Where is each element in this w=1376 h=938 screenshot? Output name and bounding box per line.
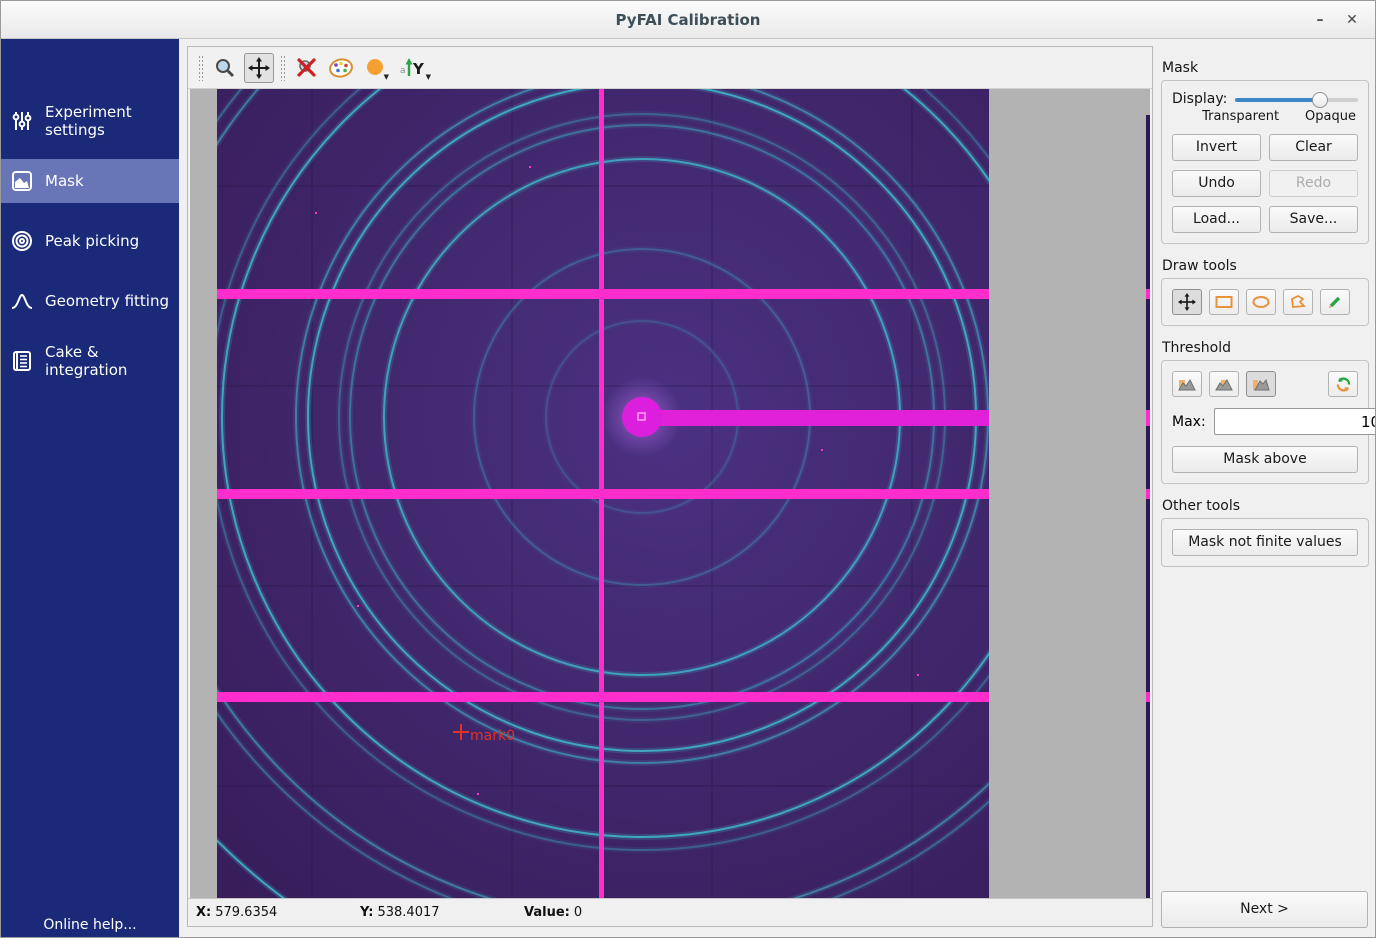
refresh-threshold-button[interactable] xyxy=(1328,371,1358,397)
draw-tools-title: Draw tools xyxy=(1162,258,1376,274)
other-tools-title: Other tools xyxy=(1162,498,1376,514)
pan-mode-button[interactable] xyxy=(244,53,274,83)
sidebar-item-experiment-settings[interactable]: Experiment settings xyxy=(1,99,179,143)
mask-above-threshold-button[interactable] xyxy=(1246,371,1276,397)
threshold-groupbox: Max: Mask above xyxy=(1161,360,1369,484)
redo-button: Redo xyxy=(1269,170,1358,197)
mask-icon xyxy=(11,170,33,192)
sidebar-item-geometry-fitting[interactable]: Geometry fitting xyxy=(1,279,179,323)
draw-polygon-tool-button[interactable] xyxy=(1283,289,1313,315)
plot-statusbar: X:579.6354 Y:538.4017 Value:0 xyxy=(188,898,1152,926)
plot-toolbar: ▼ a Y ▼ xyxy=(188,47,1152,89)
slider-handle[interactable] xyxy=(1312,92,1328,108)
mask-section-title: Mask xyxy=(1162,60,1376,76)
sidebar-item-label: Cake & integration xyxy=(45,343,179,379)
sidebar-item-mask[interactable]: Mask xyxy=(1,159,179,203)
draw-pan-tool-button[interactable] xyxy=(1172,289,1202,315)
mask-tools-panel: Mask Display: Transparent Opaque Invert … xyxy=(1153,46,1376,938)
zoom-reset-icon xyxy=(295,56,319,80)
transparent-label: Transparent xyxy=(1202,109,1279,124)
beamstop-mask xyxy=(622,397,662,437)
load-button[interactable]: Load... xyxy=(1172,206,1261,233)
peak-marker-label: mark0 xyxy=(470,728,515,744)
max-threshold-input[interactable] xyxy=(1214,408,1376,435)
toolbar-drag-handle[interactable] xyxy=(198,55,204,81)
concentric-rings-icon xyxy=(11,230,33,252)
draw-pencil-tool-button[interactable] xyxy=(1320,289,1350,315)
other-tools-groupbox: Mask not finite values xyxy=(1161,518,1369,567)
close-button[interactable]: ✕ xyxy=(1337,1,1367,39)
pencil-icon xyxy=(1327,294,1343,310)
y-axis-icon: a Y xyxy=(398,57,428,79)
rectangle-icon xyxy=(1215,295,1233,309)
sidebar-item-label: Experiment settings xyxy=(45,103,179,139)
max-label: Max: xyxy=(1172,414,1206,430)
cursor-x-readout: X:579.6354 xyxy=(196,905,360,920)
colormap-button[interactable] xyxy=(326,53,356,83)
sidebar-item-label: Mask xyxy=(45,172,84,190)
mask-opacity-slider[interactable] xyxy=(1235,91,1358,107)
histogram-between-icon xyxy=(1215,377,1233,391)
y-axis-orientation-button[interactable]: a Y ▼ xyxy=(394,53,432,83)
peak-curve-icon xyxy=(11,290,33,312)
sliders-icon xyxy=(11,110,33,132)
invert-button[interactable]: Invert xyxy=(1172,134,1261,161)
ellipse-icon xyxy=(1252,295,1270,309)
draw-tools-groupbox xyxy=(1161,278,1369,326)
dropdown-caret-icon: ▼ xyxy=(426,73,431,81)
toolbar-separator xyxy=(280,55,286,81)
svg-text:Y: Y xyxy=(412,60,425,78)
dropdown-caret-icon: ▼ xyxy=(384,73,389,81)
diffraction-plot-canvas[interactable]: mark0 xyxy=(190,89,1150,898)
zoom-reset-button[interactable] xyxy=(292,53,322,83)
mask-between-threshold-button[interactable] xyxy=(1209,371,1239,397)
mask-not-finite-button[interactable]: Mask not finite values xyxy=(1172,529,1358,556)
minimize-button[interactable]: – xyxy=(1305,1,1335,39)
diffraction-image: mark0 xyxy=(190,89,1150,898)
undo-button[interactable]: Undo xyxy=(1172,170,1261,197)
pan-arrows-icon xyxy=(1178,293,1196,311)
save-button[interactable]: Save... xyxy=(1269,206,1358,233)
mask-vertical-line xyxy=(599,89,604,898)
zoom-mode-button[interactable] xyxy=(210,53,240,83)
polygon-icon xyxy=(1290,294,1306,310)
mask-color-button[interactable]: ▼ xyxy=(360,53,390,83)
cursor-y-readout: Y:538.4017 xyxy=(360,905,524,920)
sidebar-item-label: Peak picking xyxy=(45,232,139,250)
online-help-link[interactable]: Online help... xyxy=(1,917,179,933)
cursor-value-readout: Value:0 xyxy=(524,905,582,920)
mask-groupbox: Display: Transparent Opaque Invert Clear… xyxy=(1161,80,1369,244)
pan-arrows-icon xyxy=(248,57,270,79)
sidebar: Experiment settings Mask Peak picking Ge… xyxy=(1,39,179,938)
clear-button[interactable]: Clear xyxy=(1269,134,1358,161)
palette-icon xyxy=(328,57,354,79)
opaque-label: Opaque xyxy=(1305,109,1356,124)
title-bar: PyFAI Calibration – ✕ xyxy=(1,1,1375,39)
mask-above-button[interactable]: Mask above xyxy=(1172,446,1358,473)
draw-ellipse-tool-button[interactable] xyxy=(1246,289,1276,315)
magnifier-icon xyxy=(214,57,236,79)
slider-fill xyxy=(1235,98,1320,102)
next-button[interactable]: Next > xyxy=(1161,891,1368,928)
histogram-below-icon xyxy=(1178,377,1196,391)
histogram-above-icon xyxy=(1252,377,1270,391)
sidebar-item-label: Geometry fitting xyxy=(45,292,169,310)
draw-rectangle-tool-button[interactable] xyxy=(1209,289,1239,315)
image-sliver xyxy=(1146,115,1150,898)
svg-text:a: a xyxy=(400,66,406,76)
window-title: PyFAI Calibration xyxy=(1,1,1375,39)
sidebar-item-cake-integration[interactable]: Cake & integration xyxy=(1,339,179,383)
app-window: PyFAI Calibration – ✕ Experiment setting… xyxy=(0,0,1376,938)
display-label: Display: xyxy=(1172,91,1227,107)
mask-below-threshold-button[interactable] xyxy=(1172,371,1202,397)
beamstop-arm-mask xyxy=(649,410,989,426)
refresh-icon xyxy=(1335,376,1352,393)
plot-panel: ▼ a Y ▼ xyxy=(187,46,1153,927)
sidebar-item-peak-picking[interactable]: Peak picking xyxy=(1,219,179,263)
threshold-title: Threshold xyxy=(1162,340,1376,356)
integration-icon xyxy=(11,350,33,372)
